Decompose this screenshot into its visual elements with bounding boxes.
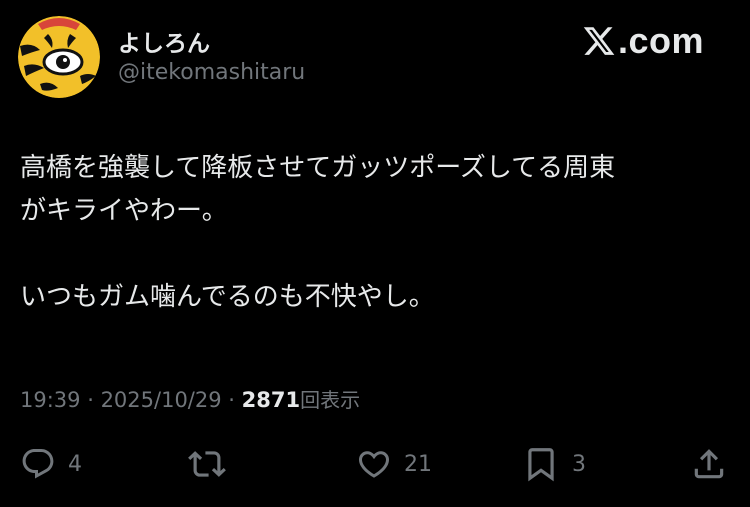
avatar[interactable] bbox=[18, 16, 100, 98]
views-label: 回表示 bbox=[300, 388, 361, 412]
reply-icon bbox=[22, 449, 54, 479]
x-com-brand: .com bbox=[582, 22, 704, 60]
tweet-text: 高橋を強襲して降板させてガッツポーズしてる周東 がキライやわー。 いつもガム噛ん… bbox=[20, 147, 720, 319]
author-display-name[interactable]: よしろん bbox=[118, 24, 210, 58]
tweet-line: いつもガム噛んでるのも不快やし。 bbox=[20, 282, 435, 312]
reply-count: 4 bbox=[68, 451, 82, 477]
retweet-icon bbox=[188, 451, 226, 477]
like-button[interactable]: 21 bbox=[356, 444, 432, 484]
bookmark-count: 3 bbox=[572, 451, 586, 477]
reply-button[interactable]: 4 bbox=[20, 444, 82, 484]
meta-separator: · bbox=[221, 388, 242, 412]
tweet-blank-line bbox=[20, 233, 720, 276]
retweet-button[interactable] bbox=[188, 444, 226, 484]
views-count: 2871 bbox=[241, 388, 301, 412]
tweet-card: よしろん @itekomashitaru .com 高橋を強襲して降板させてガッ… bbox=[0, 0, 750, 507]
share-button[interactable] bbox=[690, 444, 728, 484]
heart-icon bbox=[358, 451, 390, 478]
bookmark-icon bbox=[528, 448, 554, 482]
tweet-date[interactable]: 2025/10/29 bbox=[101, 388, 222, 412]
share-icon bbox=[694, 449, 724, 479]
tweet-time[interactable]: 19:39 bbox=[20, 388, 81, 412]
brand-domain-text: .com bbox=[617, 20, 704, 61]
author-handle[interactable]: @itekomashitaru bbox=[118, 60, 305, 85]
bookmark-button[interactable]: 3 bbox=[522, 444, 586, 484]
tiger-avatar-icon bbox=[18, 16, 100, 98]
tweet-line: がキライやわー。 bbox=[20, 196, 228, 226]
tweet-meta: 19:39 · 2025/10/29 · 2871回表示 bbox=[20, 384, 360, 413]
like-count: 21 bbox=[404, 451, 432, 477]
meta-separator: · bbox=[80, 388, 101, 412]
x-logo-icon bbox=[583, 27, 615, 55]
tweet-line: 高橋を強襲して降板させてガッツポーズしてる周東 bbox=[20, 153, 616, 183]
